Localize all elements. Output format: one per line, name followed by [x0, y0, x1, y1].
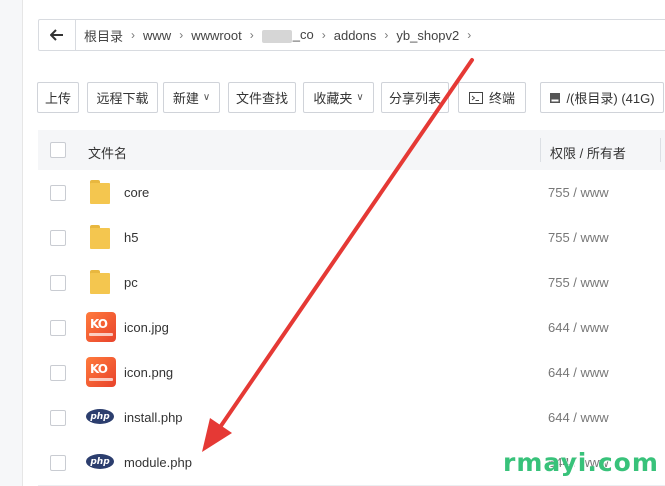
share-list-button[interactable]: 分享列表	[381, 82, 449, 113]
breadcrumb-item-addons[interactable]: addons ›	[326, 28, 389, 43]
terminal-icon	[468, 91, 483, 104]
row-checkbox[interactable]	[50, 275, 66, 291]
file-permission[interactable]: 644 / www	[548, 320, 609, 335]
php-file-icon: php	[86, 446, 116, 478]
column-divider	[540, 138, 541, 162]
file-name[interactable]: h5	[124, 230, 138, 245]
row-checkbox[interactable]	[50, 455, 66, 471]
terminal-button[interactable]: 终端	[458, 82, 526, 113]
folder-icon	[86, 176, 116, 208]
back-button[interactable]	[39, 20, 76, 50]
row-checkbox[interactable]	[50, 365, 66, 381]
file-name[interactable]: module.php	[124, 455, 192, 470]
file-permission[interactable]: 644 / www	[548, 410, 609, 425]
breadcrumb-item-root[interactable]: 根目录 ›	[76, 26, 135, 45]
image-file-icon: KO	[86, 356, 116, 388]
breadcrumb-item-wwwroot[interactable]: wwwroot ›	[183, 28, 254, 43]
image-file-icon: KO	[86, 311, 116, 343]
file-permission[interactable]: 755 / www	[548, 185, 609, 200]
breadcrumb-item-site[interactable]: _co ›	[254, 27, 326, 43]
table-row[interactable]: h5 755 / www	[38, 215, 665, 261]
folder-icon	[86, 221, 116, 253]
table-row[interactable]: KO icon.png 644 / www	[38, 350, 665, 396]
redacted-mask	[261, 29, 292, 43]
left-sidebar-edge	[0, 0, 23, 486]
upload-button[interactable]: 上传	[37, 82, 79, 113]
php-file-icon: php	[86, 401, 116, 433]
favorites-dropdown-button[interactable]: 收藏夹 ∨	[303, 82, 374, 113]
find-file-button[interactable]: 文件查找	[228, 82, 296, 113]
chevron-down-icon: ∨	[202, 92, 211, 103]
watermark: rmayi.com	[503, 448, 659, 477]
table-row[interactable]: core 755 / www	[38, 170, 665, 216]
breadcrumb-item-www[interactable]: www ›	[135, 28, 183, 43]
column-header-permission[interactable]: 权限 / 所有者	[550, 143, 626, 162]
row-checkbox[interactable]	[50, 230, 66, 246]
chevron-down-icon: ∨	[356, 92, 364, 103]
file-permission[interactable]: 644 / www	[548, 365, 609, 380]
row-checkbox[interactable]	[50, 185, 66, 201]
breadcrumb: 根目录 › www › wwwroot › _co › addons › yb_…	[38, 19, 665, 51]
file-name[interactable]: icon.jpg	[124, 320, 169, 335]
chevron-right-icon: ›	[467, 28, 472, 42]
row-checkbox[interactable]	[50, 320, 66, 336]
disk-button[interactable]: /(根目录) (41G)	[540, 82, 664, 113]
column-divider	[660, 138, 661, 162]
select-all-checkbox[interactable]	[50, 142, 66, 158]
file-name[interactable]: install.php	[124, 410, 183, 425]
file-name[interactable]: core	[124, 185, 149, 200]
arrow-left-icon	[50, 29, 63, 41]
remote-download-button[interactable]: 远程下载	[87, 82, 158, 113]
disk-icon	[550, 92, 561, 103]
file-name[interactable]: pc	[124, 275, 138, 290]
breadcrumb-item-yb-shopv2[interactable]: yb_shopv2 ›	[388, 28, 471, 43]
column-header-name[interactable]: 文件名	[88, 143, 127, 162]
file-permission[interactable]: 755 / www	[548, 275, 609, 290]
table-row[interactable]: php install.php 644 / www	[38, 395, 665, 441]
table-header: 文件名 权限 / 所有者	[38, 130, 665, 171]
table-row[interactable]: KO icon.jpg 644 / www	[38, 305, 665, 351]
table-row[interactable]: pc 755 / www	[38, 260, 665, 306]
file-name[interactable]: icon.png	[124, 365, 173, 380]
row-checkbox[interactable]	[50, 410, 66, 426]
folder-icon	[86, 266, 116, 298]
new-dropdown-button[interactable]: 新建 ∨	[163, 82, 220, 113]
file-permission[interactable]: 755 / www	[548, 230, 609, 245]
